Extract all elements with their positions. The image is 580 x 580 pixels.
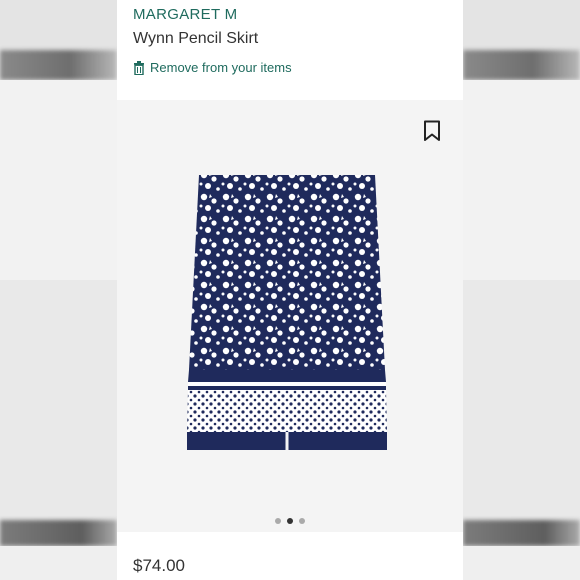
product-image-carousel[interactable] (117, 100, 463, 532)
product-title: Wynn Pencil Skirt (133, 30, 259, 47)
brand-name[interactable]: MARGARET M (133, 6, 237, 23)
carousel-indicators (117, 518, 463, 524)
carousel-dot[interactable] (299, 518, 305, 524)
blurred-background-left (0, 0, 117, 580)
trash-icon (133, 60, 145, 75)
blurred-background-right (463, 0, 580, 580)
carousel-dot-active[interactable] (287, 518, 293, 524)
remove-from-items-button[interactable]: Remove from your items (133, 60, 292, 75)
bookmark-icon[interactable] (423, 120, 441, 147)
product-card: MARGARET M Wynn Pencil Skirt Remove from… (117, 0, 463, 580)
remove-label: Remove from your items (150, 60, 292, 75)
carousel-dot[interactable] (275, 518, 281, 524)
product-image (177, 170, 397, 465)
product-price: $74.00 (133, 556, 185, 575)
